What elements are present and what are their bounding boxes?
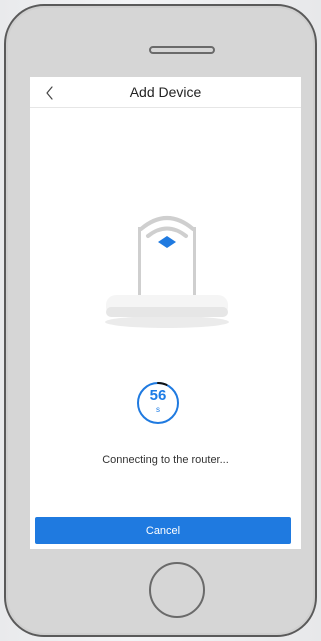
chevron-left-icon [46,86,53,100]
device-screen: Add Device 56 s Connecting to the router… [30,77,301,549]
top-bar: Add Device [30,77,301,108]
router-icon [105,295,229,328]
cancel-button[interactable]: Cancel [35,517,291,544]
router-illustration [103,209,231,329]
page-title: Add Device [129,84,202,100]
countdown-unit: s [156,405,160,414]
status-text: Connecting to the router... [102,454,229,466]
countdown-value: 56 [149,387,167,404]
phone-speaker [149,46,215,54]
countdown-timer: 56 s [134,379,182,427]
home-button[interactable] [149,562,205,618]
back-button[interactable] [40,83,60,103]
wifi-icon [139,216,195,248]
